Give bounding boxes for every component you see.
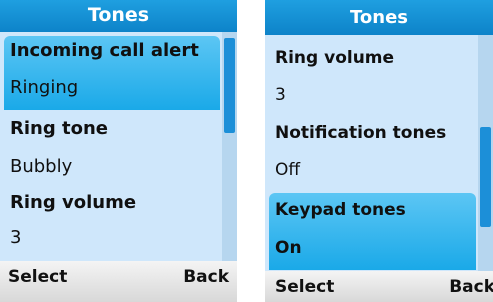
- screen-title: Tones: [87, 4, 150, 26]
- item-label-ring-volume[interactable]: Ring volume: [275, 48, 394, 68]
- phone-screen-left: Tones Incoming call alert Ringing Ring t…: [0, 0, 237, 302]
- settings-list: Ring volume 3 Notification tones Off Key…: [265, 35, 478, 271]
- item-value-ring-tone[interactable]: Bubbly: [10, 156, 72, 177]
- settings-list: Incoming call alert Ringing Ring tone Bu…: [0, 32, 222, 261]
- back-softkey[interactable]: Back: [183, 261, 229, 293]
- item-value-incoming-call-alert[interactable]: Ringing: [10, 77, 78, 98]
- title-bar: Tones: [0, 0, 237, 32]
- select-softkey[interactable]: Select: [8, 261, 67, 293]
- scrollbar[interactable]: [222, 32, 237, 261]
- phone-screen-right: Tones Ring volume 3 Notification tones O…: [265, 0, 493, 302]
- item-value-ring-volume[interactable]: 3: [10, 227, 21, 248]
- item-value-ring-volume[interactable]: 3: [275, 85, 286, 105]
- scrollbar-thumb[interactable]: [224, 38, 235, 133]
- scrollbar-thumb[interactable]: [480, 127, 491, 227]
- select-softkey[interactable]: Select: [275, 271, 334, 302]
- softkey-bar: Select Back: [265, 271, 493, 302]
- item-value-keypad-tones[interactable]: On: [275, 238, 302, 258]
- item-value-notification-tones[interactable]: Off: [275, 160, 300, 180]
- item-label-ring-volume[interactable]: Ring volume: [10, 192, 136, 213]
- item-label-incoming-call-alert[interactable]: Incoming call alert: [10, 40, 199, 61]
- item-label-notification-tones[interactable]: Notification tones: [275, 123, 446, 143]
- back-softkey[interactable]: Back: [449, 271, 493, 302]
- scrollbar[interactable]: [478, 35, 493, 271]
- item-label-keypad-tones[interactable]: Keypad tones: [275, 200, 406, 220]
- softkey-bar: Select Back: [0, 261, 237, 302]
- screen-title: Tones: [350, 7, 408, 28]
- title-bar: Tones: [265, 0, 493, 35]
- item-label-ring-tone[interactable]: Ring tone: [10, 118, 108, 139]
